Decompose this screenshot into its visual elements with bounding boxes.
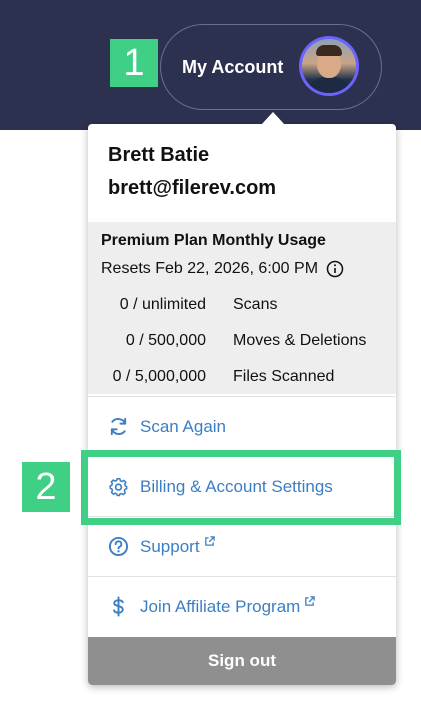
step-badge-1: 1 — [110, 39, 158, 87]
affiliate-label: Join Affiliate Program — [140, 596, 301, 616]
usage-value: 0 / 500,000 — [125, 332, 206, 349]
refresh-icon — [110, 417, 127, 436]
usage-name: Moves & Deletions — [233, 332, 367, 349]
scan-again-button[interactable]: Scan Again — [88, 396, 396, 456]
support-label: Support — [140, 536, 200, 556]
sign-out-button[interactable]: Sign out — [88, 637, 396, 685]
account-dropdown-menu: Brett Batie brett@filerev.com Premium Pl… — [88, 124, 396, 685]
my-account-button[interactable]: My Account — [160, 24, 382, 110]
avatar — [299, 36, 359, 96]
usage-panel: Premium Plan Monthly Usage Resets Feb 22… — [88, 222, 396, 394]
usage-name: Scans — [233, 296, 278, 313]
usage-row-scans: 0 / unlimited Scans — [88, 296, 396, 320]
info-icon[interactable] — [326, 260, 344, 278]
external-link-icon — [204, 536, 215, 546]
my-account-label: My Account — [182, 57, 284, 77]
usage-name: Files Scanned — [233, 368, 335, 385]
billing-settings-label: Billing & Account Settings — [140, 476, 333, 496]
usage-row-files: 0 / 5,000,000 Files Scanned — [88, 368, 396, 392]
support-link[interactable]: Support — [88, 516, 396, 576]
user-name: Brett Batie — [108, 144, 210, 166]
usage-row-moves: 0 / 500,000 Moves & Deletions — [88, 332, 396, 356]
dollar-icon — [113, 596, 124, 617]
scan-again-label: Scan Again — [140, 416, 227, 436]
step-badge-2: 2 — [22, 462, 70, 512]
usage-value: 0 / 5,000,000 — [112, 368, 206, 385]
help-circle-icon — [108, 536, 129, 557]
external-link-icon — [305, 596, 316, 606]
billing-account-settings-button[interactable]: Billing & Account Settings — [88, 456, 396, 516]
user-email: brett@filerev.com — [108, 177, 277, 199]
usage-title: Premium Plan Monthly Usage — [101, 232, 326, 249]
reset-text: Resets Feb 22, 2026, 6:00 PM — [101, 260, 319, 277]
gear-icon — [109, 477, 128, 497]
usage-value: 0 / unlimited — [119, 296, 206, 313]
dropdown-caret — [261, 112, 285, 125]
join-affiliate-program-link[interactable]: Join Affiliate Program — [88, 576, 396, 636]
usage-reset-text: Resets Feb 22, 2026, 6:00 PM — [101, 260, 344, 278]
